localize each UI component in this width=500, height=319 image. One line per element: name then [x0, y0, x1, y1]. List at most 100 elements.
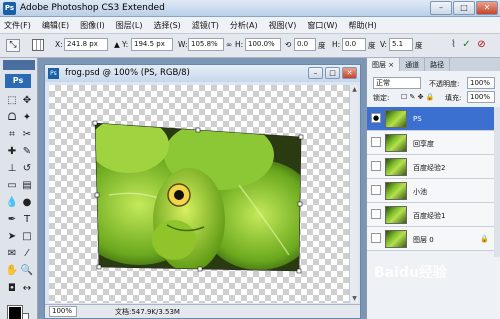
magic-wand-icon[interactable]: ✦ [20, 111, 34, 125]
slice-tool-icon[interactable]: ✂ [20, 128, 34, 142]
x-field[interactable]: 241.8 px [64, 38, 108, 51]
y-field[interactable]: 194.5 px [131, 38, 173, 51]
notes-tool-icon[interactable]: ✉ [5, 247, 19, 261]
minimize-button[interactable]: – [430, 1, 452, 15]
toolbox-header[interactable] [3, 60, 35, 70]
layer-row[interactable]: ● PS [367, 107, 495, 131]
gradient-tool-icon[interactable]: ▤ [20, 179, 34, 193]
vskew-field[interactable]: 5.1 [389, 38, 413, 51]
document-status-bar: 100% 文档:547.9K/3.53M [45, 304, 360, 318]
angle-field[interactable]: 0.0 [294, 38, 316, 51]
default-colors-icon[interactable]: ◘ [5, 282, 19, 296]
eye-toggle-icon[interactable] [371, 209, 381, 219]
document-vertical-scrollbar[interactable]: ▲ ▼ [349, 85, 358, 303]
blend-mode-select[interactable]: 正常 [373, 77, 421, 89]
menu-file[interactable]: 文件(F) [4, 20, 31, 31]
healing-brush-icon[interactable]: ✚ [5, 145, 19, 159]
menu-view[interactable]: 视图(V) [269, 20, 297, 31]
w-field[interactable]: 105.8% [188, 38, 224, 51]
layer-thumbnail [385, 134, 407, 152]
scroll-up-icon[interactable]: ▲ [350, 85, 359, 94]
document-canvas[interactable] [49, 85, 349, 303]
maximize-button[interactable]: □ [453, 1, 475, 15]
transform-tool-icon[interactable]: ⤡ [6, 39, 20, 52]
frog-photo-layer[interactable] [49, 85, 349, 303]
fill-field[interactable]: 100% [467, 91, 495, 103]
layer-thumbnail [385, 206, 407, 224]
dodge-tool-icon[interactable]: ● [20, 196, 34, 210]
warp-icon[interactable]: ⌇ [447, 38, 460, 52]
layer-row[interactable]: 百度经验1 [367, 203, 495, 227]
menu-layer[interactable]: 图层(L) [116, 20, 143, 31]
lock-icons[interactable]: ☐ ✎ ✥ 🔒 [401, 93, 434, 101]
scroll-down-icon[interactable]: ▼ [350, 294, 359, 303]
zoom-tool-icon[interactable]: 🔍 [20, 264, 34, 278]
path-select-icon[interactable]: ➤ [5, 230, 19, 244]
brush-tool-icon[interactable]: ✎ [20, 145, 34, 159]
tab-paths[interactable]: 路径 [425, 58, 451, 71]
eye-toggle-icon[interactable] [371, 233, 381, 243]
document-title-bar[interactable]: Ps frog.psd @ 100% (PS, RGB/8) – □ ✕ [45, 65, 360, 82]
layer-list: ● PS 回享度 百度经验2 小池 百度经验1 图层 0 🔒 [367, 107, 495, 251]
crop-tool-icon[interactable]: ⌗ [5, 128, 19, 142]
h-label: H: [235, 40, 244, 49]
lasso-tool-icon[interactable]: ᗝ [5, 111, 19, 125]
menu-edit[interactable]: 编辑(E) [42, 20, 69, 31]
eyedropper-icon[interactable]: ⁄ [20, 247, 34, 261]
tab-channels[interactable]: 通道 [400, 58, 426, 71]
h-field[interactable]: 100.0% [245, 38, 281, 51]
menu-analysis[interactable]: 分析(A) [230, 20, 258, 31]
clone-stamp-icon[interactable]: ⊥ [5, 162, 19, 176]
layer-thumbnail [385, 230, 407, 248]
vskew-label: V: [380, 40, 388, 49]
toolbox-ps-badge[interactable]: Ps [5, 74, 31, 88]
hskew-field[interactable]: 0.0 [342, 38, 366, 51]
layer-thumbnail [385, 182, 407, 200]
menu-image[interactable]: 图像(I) [80, 20, 105, 31]
eye-toggle-icon[interactable] [371, 185, 381, 195]
type-tool-icon[interactable]: T [20, 213, 34, 227]
layer-name: 图层 0 [413, 236, 434, 244]
move-tool-icon[interactable]: ✥ [20, 94, 34, 108]
eye-toggle-icon[interactable] [371, 137, 381, 147]
w-label: W: [178, 40, 188, 49]
layer-row[interactable]: 小池 [367, 179, 495, 203]
blur-tool-icon[interactable]: 💧 [5, 196, 19, 210]
zoom-level-field[interactable]: 100% [49, 306, 77, 317]
eye-icon[interactable]: ● [371, 113, 381, 123]
menu-window[interactable]: 窗口(W) [307, 20, 337, 31]
reference-point-icon[interactable] [32, 39, 44, 51]
fill-label: 填充: [445, 94, 462, 102]
shape-tool-icon[interactable]: □ [20, 230, 34, 244]
cancel-transform-icon[interactable]: ⊘ [475, 38, 488, 52]
pen-tool-icon[interactable]: ✒ [5, 213, 19, 227]
marquee-tool-icon[interactable]: ⬚ [5, 94, 19, 108]
close-button[interactable]: ✕ [476, 1, 498, 15]
history-brush-icon[interactable]: ↺ [20, 162, 34, 176]
window-controls: – □ ✕ [430, 1, 498, 15]
link-icon[interactable]: ∞ [226, 40, 232, 49]
eye-toggle-icon[interactable] [371, 161, 381, 171]
layer-row[interactable]: 图层 0 🔒 [367, 227, 495, 251]
foreground-color-swatch[interactable] [7, 305, 23, 319]
layer-name: PS [413, 115, 422, 123]
layer-row[interactable]: 回享度 [367, 131, 495, 155]
commit-transform-icon[interactable]: ✓ [460, 38, 473, 52]
eraser-tool-icon[interactable]: ▭ [5, 179, 19, 193]
panel-tabs: 图层 × 通道 路径 [367, 58, 500, 71]
layers-scrollbar[interactable] [494, 107, 500, 257]
opacity-label: 不透明度: [429, 80, 460, 88]
menu-select[interactable]: 选择(S) [153, 20, 180, 31]
lock-label: 锁定: [373, 94, 390, 102]
tab-layers[interactable]: 图层 × [367, 58, 401, 71]
layer-row[interactable]: 百度经验2 [367, 155, 495, 179]
swap-colors-icon[interactable]: ↔ [20, 282, 34, 296]
menu-help[interactable]: 帮助(H) [349, 20, 377, 31]
menu-filter[interactable]: 滤镜(T) [192, 20, 219, 31]
document-minimize-button[interactable]: – [308, 67, 323, 79]
document-close-button[interactable]: ✕ [342, 67, 357, 79]
layer-thumbnail [385, 110, 407, 128]
document-maximize-button[interactable]: □ [325, 67, 340, 79]
hand-tool-icon[interactable]: ✋ [5, 264, 19, 278]
opacity-field[interactable]: 100% [467, 77, 495, 89]
